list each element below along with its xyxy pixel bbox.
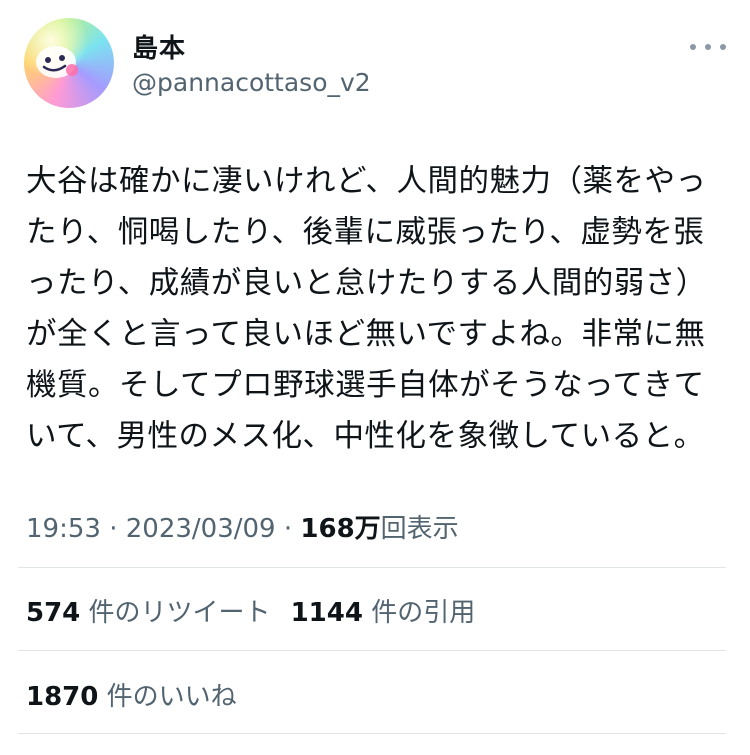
avatar[interactable] [24, 18, 114, 108]
views-count: 168万 [300, 514, 381, 544]
divider [18, 733, 726, 734]
retweets-label: 件のリツイート [88, 598, 271, 628]
views-label: 回表示 [380, 514, 459, 544]
quotes-count: 1144 [290, 598, 363, 628]
more-options-button[interactable] [690, 40, 726, 54]
tweet-date[interactable]: 2023/03/09 [126, 514, 276, 544]
tweet-text: 大谷は確かに凄いけれど、人間的魅力（薬をやったり、恫喝したり、後輩に威張ったり、… [26, 164, 707, 454]
more-horizontal-icon [690, 44, 696, 50]
quotes-label: 件の引用 [371, 598, 476, 628]
likes-count: 1870 [26, 682, 99, 712]
likes-row: 1870 件のいいね [26, 676, 237, 713]
meta-separator: · [275, 514, 301, 544]
divider [18, 650, 726, 651]
likes-stat[interactable]: 1870 件のいいね [26, 682, 237, 712]
meta-separator: · [100, 514, 126, 544]
quotes-stat[interactable]: 1144 件の引用 [291, 598, 476, 628]
author-name[interactable]: 島本 [132, 28, 186, 65]
tweet-meta: 19:53 · 2023/03/09 · 168万回表示 [26, 508, 459, 545]
retweets-count: 574 [26, 598, 81, 628]
more-horizontal-icon [720, 44, 726, 50]
retweets-stat[interactable]: 574 件のリツイート [26, 598, 271, 628]
smiley-face-icon [36, 46, 78, 78]
tweet-time[interactable]: 19:53 [26, 514, 101, 544]
stats-row: 574 件のリツイート 1144 件の引用 [26, 592, 475, 629]
more-horizontal-icon [705, 44, 711, 50]
likes-label: 件のいいね [106, 682, 237, 712]
author-handle[interactable]: @pannacottaso_v2 [132, 68, 371, 97]
divider [18, 567, 726, 568]
